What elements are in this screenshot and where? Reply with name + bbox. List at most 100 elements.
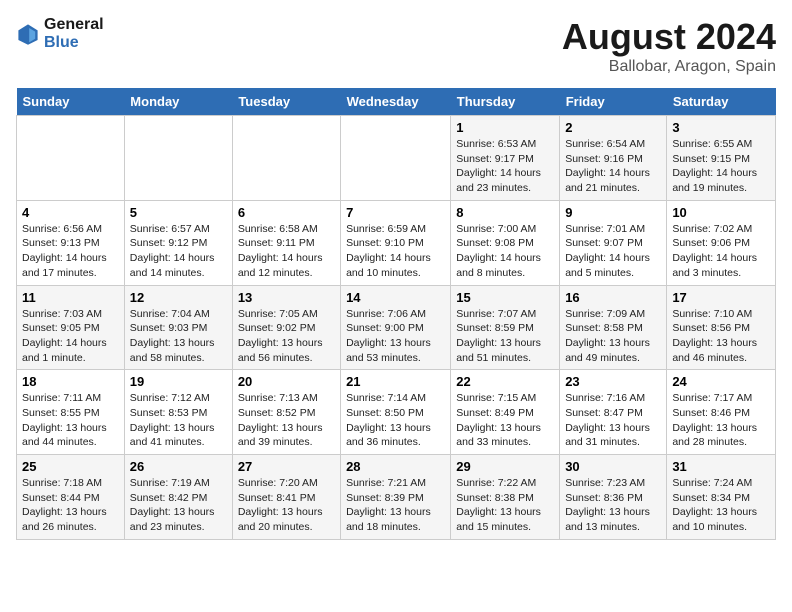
calendar-cell: 4 Sunrise: 6:56 AM Sunset: 9:13 PM Daylig… [17,200,125,285]
day-info: Sunrise: 7:21 AM Sunset: 8:39 PM Dayligh… [346,476,445,535]
calendar-cell: 2Sunrise: 6:54 AM Sunset: 9:16 PM Daylig… [560,116,667,201]
day-info: Sunrise: 7:20 AM Sunset: 8:41 PM Dayligh… [238,476,335,535]
page-header: General Blue August 2024 Ballobar, Arago… [16,16,776,76]
header-tuesday: Tuesday [232,88,340,116]
logo-text: General Blue [44,16,104,52]
calendar-cell: 8Sunrise: 7:00 AM Sunset: 9:08 PM Daylig… [451,200,560,285]
day-info: Sunrise: 7:01 AM Sunset: 9:07 PM Dayligh… [565,222,661,281]
calendar-cell: 9 Sunrise: 7:01 AM Sunset: 9:07 PM Daylig… [560,200,667,285]
week-row-5: 25Sunrise: 7:18 AM Sunset: 8:44 PM Dayli… [17,455,776,540]
calendar-cell [341,116,451,201]
day-info: Sunrise: 7:11 AM Sunset: 8:55 PM Dayligh… [22,391,119,450]
day-info: Sunrise: 7:03 AM Sunset: 9:05 PM Dayligh… [22,307,119,366]
day-info: Sunrise: 7:04 AM Sunset: 9:03 PM Dayligh… [130,307,227,366]
calendar-cell: 31Sunrise: 7:24 AM Sunset: 8:34 PM Dayli… [667,455,776,540]
day-number: 5 [130,205,227,220]
page-subtitle: Ballobar, Aragon, Spain [562,58,776,76]
header-saturday: Saturday [667,88,776,116]
day-info: Sunrise: 7:09 AM Sunset: 8:58 PM Dayligh… [565,307,661,366]
day-info: Sunrise: 6:54 AM Sunset: 9:16 PM Dayligh… [565,137,661,196]
week-row-3: 11 Sunrise: 7:03 AM Sunset: 9:05 PM Dayli… [17,285,776,370]
calendar-cell: 16Sunrise: 7:09 AM Sunset: 8:58 PM Dayli… [560,285,667,370]
day-number: 19 [130,374,227,389]
day-info: Sunrise: 7:19 AM Sunset: 8:42 PM Dayligh… [130,476,227,535]
day-number: 11 [22,290,119,305]
day-info: Sunrise: 6:57 AM Sunset: 9:12 PM Dayligh… [130,222,227,281]
calendar-cell: 30 Sunrise: 7:23 AM Sunset: 8:36 PM Dayli… [560,455,667,540]
calendar-cell: 7 Sunrise: 6:59 AM Sunset: 9:10 PM Daylig… [341,200,451,285]
day-number: 30 [565,459,661,474]
calendar-cell: 18 Sunrise: 7:11 AM Sunset: 8:55 PM Dayli… [17,370,125,455]
day-info: Sunrise: 7:07 AM Sunset: 8:59 PM Dayligh… [456,307,554,366]
day-number: 23 [565,374,661,389]
week-row-4: 18 Sunrise: 7:11 AM Sunset: 8:55 PM Dayli… [17,370,776,455]
day-info: Sunrise: 7:16 AM Sunset: 8:47 PM Dayligh… [565,391,661,450]
day-info: Sunrise: 7:22 AM Sunset: 8:38 PM Dayligh… [456,476,554,535]
day-info: Sunrise: 6:58 AM Sunset: 9:11 PM Dayligh… [238,222,335,281]
calendar-cell: 6 Sunrise: 6:58 AM Sunset: 9:11 PM Daylig… [232,200,340,285]
day-number: 13 [238,290,335,305]
day-info: Sunrise: 7:24 AM Sunset: 8:34 PM Dayligh… [672,476,770,535]
day-number: 29 [456,459,554,474]
day-info: Sunrise: 7:10 AM Sunset: 8:56 PM Dayligh… [672,307,770,366]
header-sunday: Sunday [17,88,125,116]
calendar-cell: 22 Sunrise: 7:15 AM Sunset: 8:49 PM Dayli… [451,370,560,455]
calendar-cell: 15 Sunrise: 7:07 AM Sunset: 8:59 PM Dayli… [451,285,560,370]
day-number: 20 [238,374,335,389]
day-number: 18 [22,374,119,389]
day-number: 3 [672,120,770,135]
day-number: 15 [456,290,554,305]
calendar-cell: 5 Sunrise: 6:57 AM Sunset: 9:12 PM Daylig… [124,200,232,285]
day-info: Sunrise: 6:53 AM Sunset: 9:17 PM Dayligh… [456,137,554,196]
day-number: 4 [22,205,119,220]
day-info: Sunrise: 6:59 AM Sunset: 9:10 PM Dayligh… [346,222,445,281]
header-wednesday: Wednesday [341,88,451,116]
day-number: 8 [456,205,554,220]
day-info: Sunrise: 7:06 AM Sunset: 9:00 PM Dayligh… [346,307,445,366]
header-monday: Monday [124,88,232,116]
calendar-header-row: SundayMondayTuesdayWednesdayThursdayFrid… [17,88,776,116]
day-info: Sunrise: 6:56 AM Sunset: 9:13 PM Dayligh… [22,222,119,281]
calendar-cell: 10 Sunrise: 7:02 AM Sunset: 9:06 PM Dayli… [667,200,776,285]
day-number: 24 [672,374,770,389]
calendar-cell: 29 Sunrise: 7:22 AM Sunset: 8:38 PM Dayli… [451,455,560,540]
calendar-table: SundayMondayTuesdayWednesdayThursdayFrid… [16,88,776,540]
day-number: 21 [346,374,445,389]
calendar-cell: 20 Sunrise: 7:13 AM Sunset: 8:52 PM Dayli… [232,370,340,455]
day-number: 14 [346,290,445,305]
day-info: Sunrise: 7:23 AM Sunset: 8:36 PM Dayligh… [565,476,661,535]
day-info: Sunrise: 7:02 AM Sunset: 9:06 PM Dayligh… [672,222,770,281]
header-friday: Friday [560,88,667,116]
day-number: 17 [672,290,770,305]
calendar-cell: 23 Sunrise: 7:16 AM Sunset: 8:47 PM Dayli… [560,370,667,455]
calendar-cell: 24Sunrise: 7:17 AM Sunset: 8:46 PM Dayli… [667,370,776,455]
day-number: 9 [565,205,661,220]
day-number: 12 [130,290,227,305]
logo-icon [16,22,40,46]
calendar-cell [124,116,232,201]
calendar-cell: 27 Sunrise: 7:20 AM Sunset: 8:41 PM Dayli… [232,455,340,540]
week-row-1: 1 Sunrise: 6:53 AM Sunset: 9:17 PM Daylig… [17,116,776,201]
day-info: Sunrise: 7:13 AM Sunset: 8:52 PM Dayligh… [238,391,335,450]
calendar-cell: 3 Sunrise: 6:55 AM Sunset: 9:15 PM Daylig… [667,116,776,201]
day-number: 10 [672,205,770,220]
logo: General Blue [16,16,104,52]
day-number: 1 [456,120,554,135]
calendar-cell: 28Sunrise: 7:21 AM Sunset: 8:39 PM Dayli… [341,455,451,540]
day-info: Sunrise: 7:12 AM Sunset: 8:53 PM Dayligh… [130,391,227,450]
day-number: 7 [346,205,445,220]
day-number: 27 [238,459,335,474]
calendar-cell: 14 Sunrise: 7:06 AM Sunset: 9:00 PM Dayli… [341,285,451,370]
day-number: 22 [456,374,554,389]
day-number: 26 [130,459,227,474]
day-number: 6 [238,205,335,220]
calendar-cell: 1 Sunrise: 6:53 AM Sunset: 9:17 PM Daylig… [451,116,560,201]
calendar-cell: 19 Sunrise: 7:12 AM Sunset: 8:53 PM Dayli… [124,370,232,455]
title-block: August 2024 Ballobar, Aragon, Spain [562,16,776,76]
week-row-2: 4 Sunrise: 6:56 AM Sunset: 9:13 PM Daylig… [17,200,776,285]
day-info: Sunrise: 7:15 AM Sunset: 8:49 PM Dayligh… [456,391,554,450]
calendar-cell: 25Sunrise: 7:18 AM Sunset: 8:44 PM Dayli… [17,455,125,540]
day-info: Sunrise: 6:55 AM Sunset: 9:15 PM Dayligh… [672,137,770,196]
page-title: August 2024 [562,16,776,58]
calendar-cell: 11 Sunrise: 7:03 AM Sunset: 9:05 PM Dayli… [17,285,125,370]
